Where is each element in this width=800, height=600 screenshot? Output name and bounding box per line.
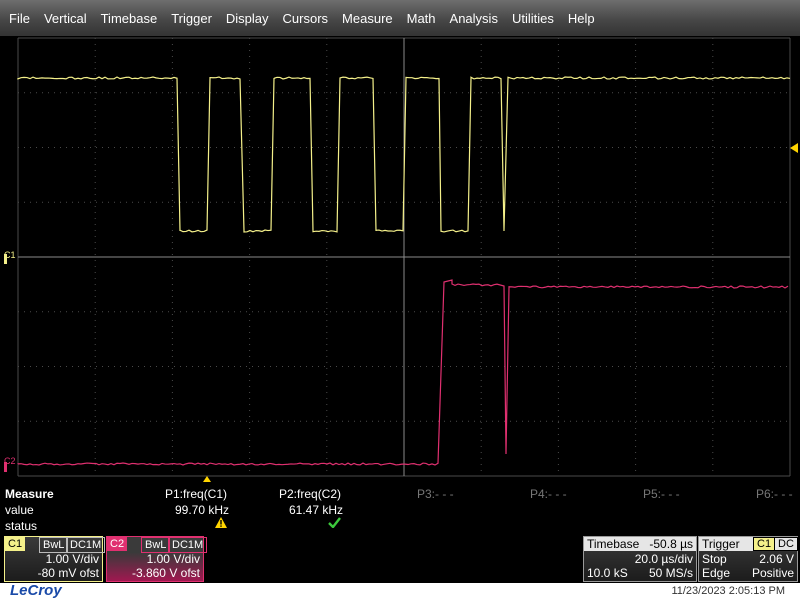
measure-row-value: value	[5, 503, 34, 517]
c1-descriptor[interactable]: C1 BwL DC1M 1.00 V/div -80 mV ofst	[4, 536, 103, 582]
warning-icon	[215, 517, 227, 531]
menu-file[interactable]: File	[0, 11, 37, 26]
timebase-label: Timebase	[587, 537, 639, 551]
menu-help[interactable]: Help	[561, 11, 602, 26]
status-footer: LeCroy 11/23/2023 2:05:13 PM	[0, 583, 800, 600]
c1-offset: -80 mV ofst	[38, 566, 99, 580]
timebase-samples: 10.0 kS	[587, 566, 628, 580]
c2-marker-label: C2	[4, 456, 16, 466]
p4-label[interactable]: P4:- - -	[530, 487, 567, 501]
menu-vertical[interactable]: Vertical	[37, 11, 94, 26]
trigger-coupling: DC	[774, 537, 798, 551]
c1-bw: BwL	[39, 537, 68, 553]
menu-bar: File Vertical Timebase Trigger Display Cursor…	[0, 0, 800, 36]
c2-ground-marker[interactable]: C2	[4, 456, 16, 472]
timebase-descriptor[interactable]: Timebase -50.8 µs 20.0 µs/div 10.0 kS 50…	[583, 536, 697, 582]
p5-label[interactable]: P5:- - -	[643, 487, 680, 501]
check-icon	[328, 517, 341, 531]
trigger-mode: Stop	[702, 552, 727, 566]
c2-trace	[18, 280, 788, 465]
menu-analysis[interactable]: Analysis	[443, 11, 505, 26]
menu-cursors[interactable]: Cursors	[276, 11, 336, 26]
menu-timebase[interactable]: Timebase	[94, 11, 165, 26]
c2-bw: BwL	[141, 537, 170, 553]
trigger-label: Trigger	[702, 537, 740, 551]
c1-ground-marker[interactable]: C1	[4, 250, 16, 264]
trigger-level: 2.06 V	[759, 552, 794, 566]
datetime: 11/23/2023 2:05:13 PM	[671, 585, 785, 597]
c1-vdiv: 1.00 V/div	[46, 552, 99, 566]
p3-label[interactable]: P3:- - -	[417, 487, 454, 501]
menu-display[interactable]: Display	[219, 11, 276, 26]
c1-marker-label: C1	[4, 250, 16, 260]
measure-title: Measure	[5, 487, 54, 501]
p6-label[interactable]: P6:- - -	[756, 487, 793, 501]
p2-value: 61.47 kHz	[289, 503, 343, 517]
measure-table[interactable]: Measure value status P1:freq(C1) 99.70 k…	[0, 485, 800, 535]
c2-vdiv: 1.00 V/div	[147, 552, 200, 566]
measure-row-status: status	[5, 519, 37, 533]
timebase-rate: 50 MS/s	[649, 566, 693, 580]
trigger-descriptor[interactable]: Trigger C1 DC Stop 2.06 V Edge Positive	[698, 536, 798, 582]
graticule	[18, 38, 790, 476]
menu-trigger[interactable]: Trigger	[164, 11, 219, 26]
trigger-type: Edge	[702, 566, 730, 580]
p1-label[interactable]: P1:freq(C1)	[165, 487, 227, 501]
waveform-grid[interactable]: C1 C2	[0, 36, 800, 485]
c2-descriptor[interactable]: C2 BwL DC1M 1.00 V/div -3.860 V ofst	[106, 536, 204, 582]
trigger-level-marker[interactable]	[790, 143, 798, 153]
lecroy-logo: LeCroy	[10, 582, 62, 599]
trigger-slope: Positive	[752, 566, 794, 580]
trigger-source: C1	[753, 537, 775, 551]
menu-measure[interactable]: Measure	[335, 11, 400, 26]
menu-math[interactable]: Math	[400, 11, 443, 26]
p1-value: 99.70 kHz	[175, 503, 229, 517]
c2-offset: -3.860 V ofst	[132, 566, 200, 580]
p2-label[interactable]: P2:freq(C2)	[279, 487, 341, 501]
c1-coupling: DC1M	[66, 537, 105, 553]
c2-name: C2	[107, 537, 127, 551]
timebase-delay: -50.8 µs	[649, 537, 693, 551]
menu-utilities[interactable]: Utilities	[505, 11, 561, 26]
trigger-position-marker[interactable]	[203, 476, 211, 482]
timebase-tdiv: 20.0 µs/div	[635, 552, 693, 566]
c1-name: C1	[5, 537, 25, 551]
c2-coupling: DC1M	[168, 537, 207, 553]
